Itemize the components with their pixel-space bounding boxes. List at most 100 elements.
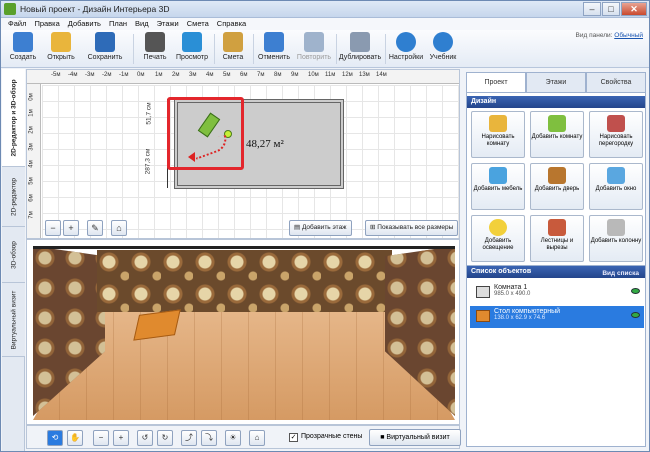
dimension-top-label: 51,7 см — [145, 102, 153, 125]
add-furniture-button[interactable]: Добавить мебель — [471, 163, 525, 210]
maximize-button[interactable]: □ — [602, 2, 620, 16]
gear-icon — [396, 32, 416, 52]
title-bar: Новый проект - Дизайн Интерьера 3D – □ ✕ — [1, 1, 649, 18]
tab-project[interactable]: Проект — [466, 72, 526, 92]
menu-edit[interactable]: Правка — [30, 18, 63, 30]
open-button[interactable]: Открыть — [43, 32, 79, 61]
show-all-sizes-button[interactable]: ⊞ Показывать все размеры — [365, 220, 459, 236]
draw-partition-button[interactable]: Нарисовать перегородку — [589, 111, 643, 158]
save-button[interactable]: Сохранить — [83, 32, 127, 61]
menu-estimate[interactable]: Смета — [183, 18, 213, 30]
save-floppy-icon — [95, 32, 115, 52]
panel-view-link[interactable]: Обычный — [614, 32, 643, 39]
draw-room-button[interactable]: Нарисовать комнату — [471, 111, 525, 158]
draw-partition-icon — [607, 115, 625, 132]
add-lighting-button[interactable]: Добавить освещение — [471, 215, 525, 262]
zoom-in-3d-button[interactable]: + — [113, 430, 129, 446]
rotate-right-button[interactable]: ↻ — [157, 430, 173, 446]
add-door-button[interactable]: Добавить дверь — [530, 163, 584, 210]
stairs-button[interactable]: Лестницы и вырезы — [530, 215, 584, 262]
undo-button[interactable]: Отменить — [256, 32, 292, 61]
add-door-icon — [548, 167, 566, 184]
add-floor-button[interactable]: ▤ Добавить этаж — [289, 220, 352, 236]
zoom-in-icon: + — [118, 433, 124, 442]
zoom-in-button[interactable]: + — [63, 220, 79, 236]
room-area-label: 48,27 м² — [246, 138, 284, 150]
visibility-eye-icon[interactable] — [631, 288, 640, 294]
add-floor-icon: ▤ — [294, 224, 302, 231]
list-view-link[interactable]: Вид списка — [602, 268, 639, 280]
menu-help[interactable]: Справка — [213, 18, 250, 30]
virtual-visit-button[interactable]: ■ Виртуальный визит — [369, 429, 461, 446]
add-window-button[interactable]: Добавить окно — [589, 163, 643, 210]
visibility-eye-icon[interactable] — [631, 312, 640, 318]
home-3d-button[interactable]: ⌂ — [249, 430, 265, 446]
zoom-out-icon: − — [50, 223, 56, 233]
tab-virtual-visit[interactable]: Виртуальный визит — [2, 283, 25, 357]
menu-floors[interactable]: Этажи — [153, 18, 183, 30]
menu-plan[interactable]: План — [105, 18, 131, 30]
view-mode-tabs: 2D-редактор и 3D-обзор 2D-редактор 3D-об… — [2, 69, 25, 451]
menu-add[interactable]: Добавить — [64, 18, 105, 30]
tab-2d-3d[interactable]: 2D-редактор и 3D-обзор — [2, 69, 25, 167]
plan-2d-editor[interactable]: -5м -4м -3м -2м -1м 0м 1м 2м 3м 4м 5м 6м… — [26, 69, 460, 239]
view-3d[interactable] — [26, 239, 460, 425]
ruler-icon: ✎ — [91, 223, 99, 233]
tab-floors[interactable]: Этажи — [526, 72, 586, 92]
tilt-up-button[interactable]: ⤴ — [181, 430, 197, 446]
app-logo-icon — [4, 3, 16, 15]
menu-file[interactable]: Файл — [4, 18, 30, 30]
close-button[interactable]: ✕ — [621, 2, 647, 16]
ruler-tool-button[interactable]: ✎ — [87, 220, 103, 236]
right-panel: Проект Этажи Свойства Дизайн Нарисовать … — [463, 69, 649, 451]
settings-button[interactable]: Настройки — [387, 32, 425, 61]
printer-icon — [145, 32, 165, 52]
estimate-button[interactable]: Смета — [218, 32, 248, 61]
tilt-down-button[interactable]: ⤵ — [201, 430, 217, 446]
rotate-left-button[interactable]: ↺ — [137, 430, 153, 446]
home-view-button[interactable]: ⌂ — [111, 220, 127, 236]
hand-icon: ✋ — [70, 433, 80, 442]
add-column-button[interactable]: Добавить колонну — [589, 215, 643, 262]
redo-icon — [304, 32, 324, 52]
wall-back-3d — [97, 250, 392, 312]
redo-button[interactable]: Повторить — [294, 32, 334, 61]
stairs-icon — [548, 219, 566, 236]
tab-2d[interactable]: 2D-редактор — [2, 167, 25, 227]
zoom-out-3d-button[interactable]: − — [93, 430, 109, 446]
window-title: Новый проект - Дизайн Интерьера 3D — [20, 4, 170, 14]
minimize-button[interactable]: – — [583, 2, 601, 16]
add-column-icon — [607, 219, 625, 236]
add-lighting-icon — [489, 219, 507, 236]
home-icon: ⌂ — [116, 223, 122, 233]
undo-icon — [264, 32, 284, 52]
list-item-room[interactable]: Комната 1 985.0 x 490.0 — [470, 282, 644, 304]
view-3d-toolbar: ⟲ ✋ − + ↺ ↻ ⤴ ⤵ ☀ ⌂ ✓ Прозрачные стены ■… — [26, 425, 461, 449]
preview-button[interactable]: Просмотр — [174, 32, 210, 61]
zoom-out-button[interactable]: − — [45, 220, 61, 236]
open-folder-icon — [51, 32, 71, 52]
ruler-horizontal: -5м -4м -3м -2м -1м 0м 1м 2м 3м 4м 5м 6м… — [27, 70, 459, 84]
new-document-icon — [13, 32, 33, 52]
tutorial-button[interactable]: Учебник — [426, 32, 460, 61]
rotate-left-icon: ↺ — [141, 433, 149, 442]
lighting-button[interactable]: ☀ — [225, 430, 241, 446]
objects-header: Список объектов Вид списка — [467, 266, 645, 278]
transparent-walls-checkbox[interactable]: ✓ — [289, 433, 298, 442]
tab-3d[interactable]: 3D-обзор — [2, 227, 25, 283]
print-button[interactable]: Печать — [137, 32, 173, 61]
add-room-button[interactable]: Добавить комнату — [530, 111, 584, 158]
duplicate-button[interactable]: Дублировать — [338, 32, 382, 61]
zoom-in-icon: + — [68, 223, 74, 233]
tilt-down-icon: ⤵ — [205, 433, 213, 442]
list-item-desk[interactable]: Стол компьютерный 138.0 x 62.9 x 74.6 — [470, 306, 644, 328]
design-panel: Дизайн Нарисовать комнату Добавить комна… — [466, 92, 646, 268]
new-button[interactable]: Создать — [5, 32, 41, 61]
pan-button[interactable]: ✋ — [67, 430, 83, 446]
menu-view[interactable]: Вид — [131, 18, 153, 30]
orbit-button[interactable]: ⟲ — [47, 430, 63, 446]
ruler-vertical: 0м 1м 2м 3м 4м 5м 6м 7м — [27, 84, 41, 238]
tab-properties[interactable]: Свойства — [586, 72, 646, 92]
panel-view: Вид панели: Обычный — [575, 32, 643, 39]
rotate-right-icon: ↻ — [161, 433, 169, 442]
